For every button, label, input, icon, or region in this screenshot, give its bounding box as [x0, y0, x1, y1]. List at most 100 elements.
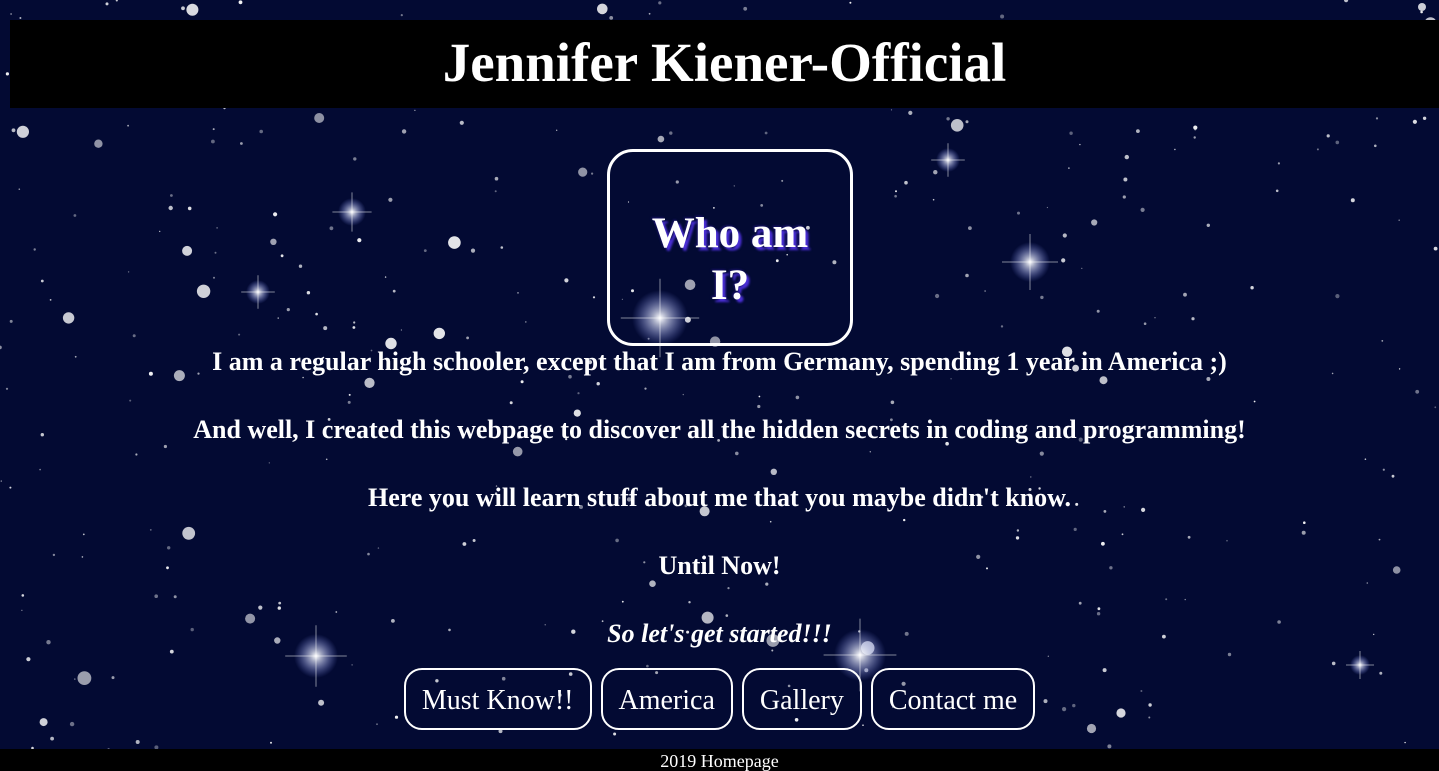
star: [564, 278, 569, 283]
star: [135, 740, 140, 744]
star: [1091, 219, 1098, 226]
star: [357, 238, 362, 243]
star: [1418, 3, 1426, 11]
star: [932, 198, 935, 201]
star: [613, 732, 617, 736]
star: [329, 226, 334, 231]
star: [168, 205, 173, 211]
who-am-i-heading: Who am I?: [651, 209, 809, 309]
star: [216, 227, 219, 229]
star: [392, 289, 396, 293]
star: [658, 1, 662, 5]
star: [49, 299, 52, 301]
nav-gallery-button[interactable]: Gallery: [741, 668, 862, 730]
star: [1275, 189, 1279, 193]
star: [1335, 294, 1340, 299]
star: [933, 170, 938, 175]
star: [764, 131, 768, 135]
star: [277, 317, 279, 319]
star: [1193, 136, 1196, 139]
nav-contact-button[interactable]: Contact me: [870, 668, 1036, 730]
star: [1040, 295, 1044, 300]
star: [1398, 219, 1400, 221]
star: [648, 12, 651, 15]
star: [1422, 116, 1427, 121]
star: [1277, 162, 1280, 165]
star: [1350, 198, 1355, 203]
star: [238, 0, 243, 5]
star: [132, 334, 136, 338]
star: [1124, 154, 1130, 160]
star: [984, 290, 986, 292]
star: [470, 248, 476, 253]
star: [352, 326, 356, 329]
star: [591, 172, 594, 175]
star: [196, 284, 211, 298]
star: [212, 128, 215, 131]
star: [353, 321, 356, 324]
star: [105, 2, 109, 6]
site-title: Jennifer Kiener-Official: [442, 31, 1007, 93]
star: [556, 129, 558, 131]
star: [240, 142, 243, 145]
who-am-i-box: Who am I?: [607, 149, 853, 346]
star: [213, 276, 215, 279]
star: [494, 190, 497, 193]
star: [423, 249, 427, 253]
star: [323, 326, 328, 331]
star: [1316, 148, 1319, 151]
star: [1404, 741, 1406, 744]
star: [459, 120, 464, 125]
star: [400, 329, 402, 331]
star: [904, 180, 908, 185]
intro-line-webpage: And well, I created this webpage to disc…: [193, 415, 1246, 444]
star: [1000, 14, 1005, 19]
star: [384, 276, 387, 278]
star: [743, 6, 748, 11]
star: [1123, 177, 1128, 182]
star: [211, 139, 215, 144]
star: [1107, 744, 1112, 749]
star: [890, 109, 893, 111]
star: [33, 248, 36, 251]
star: [1136, 129, 1140, 134]
star: [314, 113, 325, 123]
star: [286, 308, 290, 312]
star: [10, 13, 13, 15]
star: [1122, 195, 1126, 199]
star: [669, 131, 673, 135]
star: [1079, 143, 1081, 146]
footer-bar: 2019 Homepage: [0, 749, 1439, 771]
star: [270, 741, 272, 744]
intro-content: I am a regular high schooler, except tha…: [0, 340, 1439, 680]
star: [182, 245, 193, 256]
star: [578, 167, 588, 177]
star: [968, 226, 972, 231]
star: [908, 110, 913, 115]
star: [1375, 117, 1379, 120]
star: [18, 188, 21, 190]
star: [1069, 131, 1073, 135]
star: [1193, 125, 1198, 130]
star: [273, 212, 278, 217]
intro-line-until-now: Until Now!: [658, 551, 781, 580]
nav-america-button[interactable]: America: [600, 668, 733, 730]
star: [159, 230, 161, 233]
star: [894, 194, 897, 198]
nav-must-know-button[interactable]: Must Know!!: [403, 668, 592, 730]
star: [849, 1, 852, 4]
star: [9, 319, 13, 323]
star: [298, 264, 303, 268]
star: [517, 292, 519, 294]
star: [401, 129, 407, 134]
star: [280, 254, 284, 258]
star: [965, 273, 969, 278]
star: [19, 17, 22, 19]
star: [466, 336, 469, 340]
star: [1250, 286, 1254, 290]
star: [494, 176, 499, 181]
star: [1062, 233, 1067, 238]
main-nav: Must Know!! America Gallery Contact me: [0, 668, 1439, 730]
star: [170, 194, 173, 197]
star: [1191, 317, 1195, 321]
